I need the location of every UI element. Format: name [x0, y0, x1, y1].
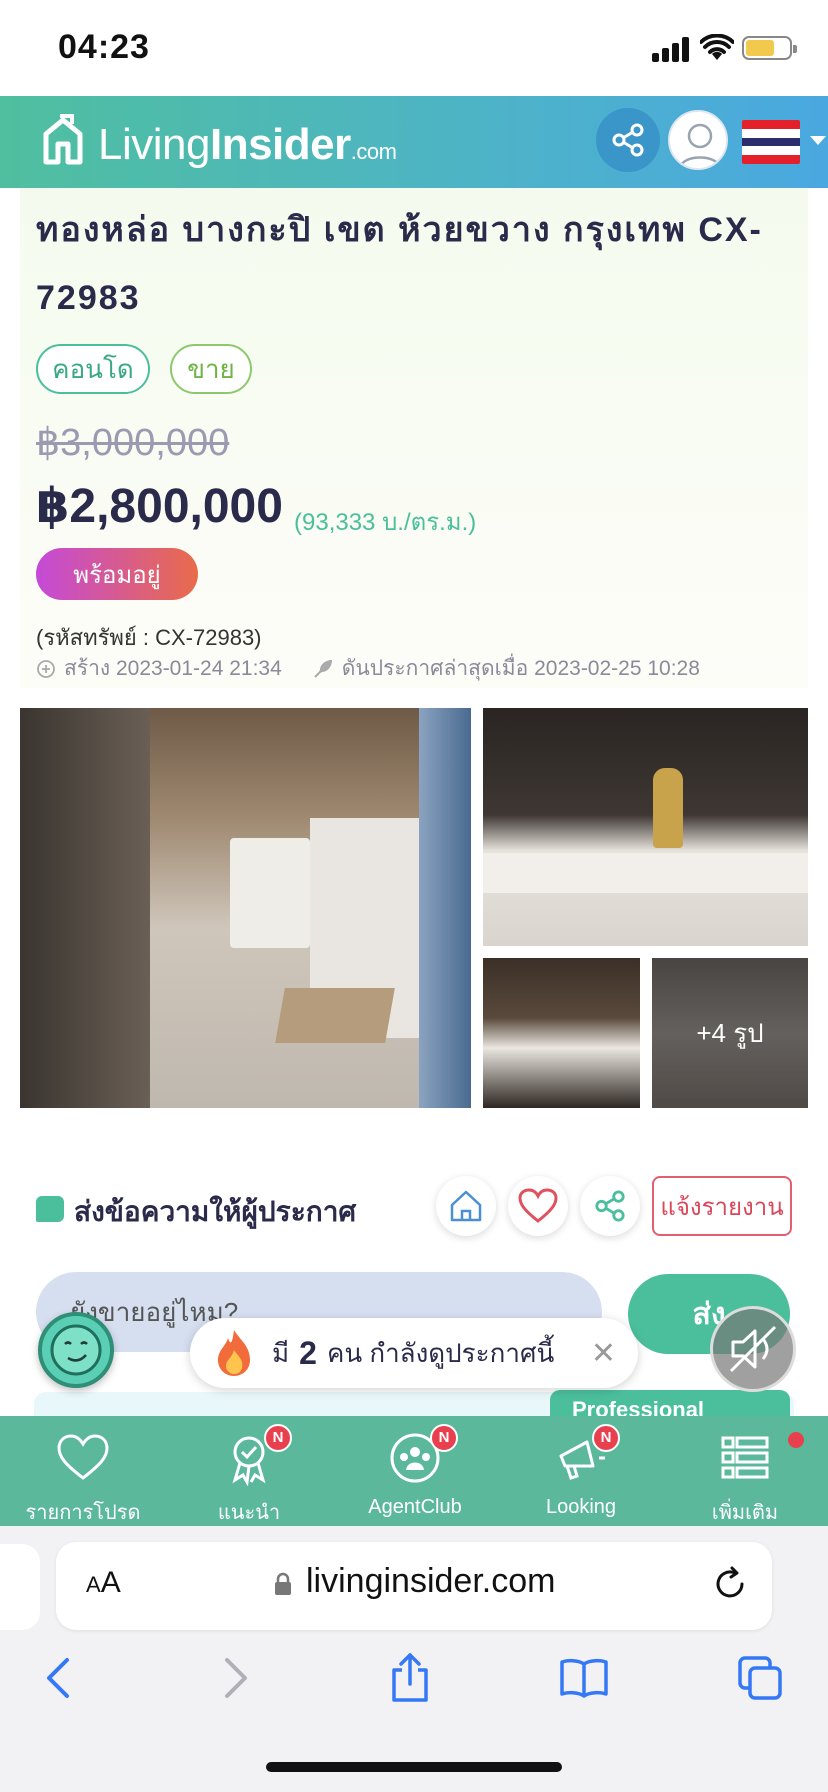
more-photos-label[interactable]: +4 รูป — [652, 958, 808, 1108]
favorite-button[interactable] — [508, 1176, 568, 1236]
speaker-muted-icon — [729, 1325, 777, 1373]
forward-button[interactable] — [208, 1650, 264, 1706]
smiley-icon — [50, 1324, 102, 1376]
heart-icon — [57, 1434, 109, 1480]
share-icon — [612, 123, 644, 157]
nav-label: AgentClub — [368, 1496, 462, 1518]
chevron-down-icon[interactable] — [810, 136, 826, 145]
status-bar: 04:23 — [0, 0, 828, 96]
fire-icon — [218, 1330, 250, 1376]
url-text[interactable]: livinginsider.com — [306, 1562, 555, 1601]
viewers-prefix: มี — [272, 1337, 290, 1368]
battery-icon — [742, 36, 797, 60]
chevron-left-icon — [47, 1658, 69, 1698]
tag-condo[interactable]: คอนโด — [36, 344, 150, 394]
new-badge: N — [264, 1424, 292, 1452]
tabs-icon — [738, 1656, 782, 1700]
chevron-right-icon — [225, 1658, 247, 1698]
share-button[interactable] — [580, 1176, 640, 1236]
nav-looking[interactable]: N Looking — [498, 1416, 664, 1526]
tabs-button[interactable] — [732, 1650, 788, 1706]
user-icon — [678, 123, 722, 168]
nav-label: รายการโปรด — [25, 1502, 141, 1524]
previous-tab-peek[interactable] — [0, 1544, 40, 1630]
chat-emoji-button[interactable] — [38, 1312, 114, 1388]
logo-house-icon[interactable] — [40, 114, 86, 168]
cellular-signal-icon — [652, 36, 692, 62]
old-price: ฿3,000,000 — [36, 422, 230, 464]
professional-badge: Professional — [550, 1390, 790, 1416]
viewers-count: 2 — [299, 1334, 317, 1371]
notification-dot — [788, 1432, 804, 1448]
created-date: สร้าง 2023-01-24 21:34 — [64, 657, 282, 680]
bumped-date: ดันประกาศล่าสุดเมื่อ 2023-02-25 10:28 — [341, 657, 700, 680]
new-badge: N — [430, 1424, 458, 1452]
compare-home-button[interactable] — [436, 1176, 496, 1236]
status-badge: พร้อมอยู่ — [36, 548, 198, 600]
tag-sale[interactable]: ขาย — [170, 344, 252, 394]
heart-icon — [518, 1188, 558, 1223]
photo-4[interactable]: +4 รูป — [652, 958, 808, 1108]
viewers-toast: มี 2 คน กำลังดูประกาศนี้ ✕ — [190, 1318, 638, 1388]
price-per-sqm: (93,333 บ./ตร.ม.) — [294, 509, 477, 536]
address-bar[interactable]: AA livinginsider.com — [56, 1542, 772, 1630]
logo-word-living: Living — [98, 120, 210, 169]
nav-label: เพิ่มเติม — [711, 1502, 779, 1524]
lock-icon — [275, 1572, 291, 1595]
back-button[interactable] — [30, 1650, 86, 1706]
plus-circle-icon — [37, 659, 55, 678]
bookmarks-button[interactable] — [556, 1650, 612, 1706]
header-share-button[interactable] — [596, 108, 660, 172]
list-icon — [721, 1436, 769, 1479]
aa-large: A — [100, 1566, 121, 1599]
logo-suffix: .com — [350, 139, 397, 164]
sound-toggle-button[interactable] — [710, 1306, 796, 1392]
current-price: ฿2,800,000 — [36, 480, 283, 533]
listing-meta: สร้าง 2023-01-24 21:34 ดันประกาศล่าสุดเม… — [36, 652, 700, 685]
home-indicator — [266, 1762, 562, 1772]
new-badge: N — [592, 1424, 620, 1452]
site-logo[interactable]: LivingInsider.com — [98, 120, 397, 170]
nav-favorites[interactable]: รายการโปรด — [0, 1416, 166, 1526]
thai-flag-icon[interactable] — [742, 120, 800, 164]
site-header: LivingInsider.com — [0, 96, 828, 188]
aa-small: A — [86, 1572, 101, 1597]
report-button[interactable]: แจ้งรายงาน — [652, 1176, 792, 1236]
photo-3[interactable] — [483, 958, 640, 1108]
reload-icon[interactable] — [710, 1564, 750, 1604]
nav-recommend[interactable]: N แนะนำ — [166, 1416, 332, 1526]
logo-word-insider: Insider — [209, 120, 351, 169]
user-avatar[interactable] — [668, 110, 728, 170]
nav-agentclub[interactable]: N AgentClub — [332, 1416, 498, 1526]
share-up-icon — [392, 1653, 428, 1702]
nav-label: Looking — [545, 1496, 617, 1518]
share-sheet-button[interactable] — [382, 1650, 438, 1706]
viewers-suffix: คน กำลังดูประกาศนี้ — [326, 1337, 555, 1368]
property-code: (รหัสทรัพย์ : CX-72983) — [36, 625, 262, 650]
share-icon — [595, 1190, 625, 1222]
rocket-icon — [314, 659, 332, 678]
bottom-nav: รายการโปรด N แนะนำ N AgentClub N Looking… — [0, 1416, 828, 1526]
message-section-title: ส่งข้อความให้ผู้ประกาศ — [74, 1196, 357, 1227]
nav-more[interactable]: เพิ่มเติม — [662, 1416, 828, 1526]
chat-bubble-icon — [36, 1196, 64, 1222]
close-icon[interactable]: ✕ — [591, 1336, 616, 1371]
wifi-icon — [700, 34, 734, 60]
photo-2[interactable] — [483, 708, 808, 946]
nav-label: แนะนำ — [217, 1502, 281, 1524]
listing-title: ทองหล่อ บางกะปิ เขต ห้วยขวาง กรุงเทพ CX-… — [36, 211, 763, 317]
main-photo[interactable] — [20, 708, 471, 1108]
status-time: 04:23 — [58, 28, 150, 66]
book-icon — [560, 1658, 608, 1698]
reader-settings-button[interactable]: AA — [86, 1566, 121, 1600]
home-icon — [450, 1190, 482, 1222]
